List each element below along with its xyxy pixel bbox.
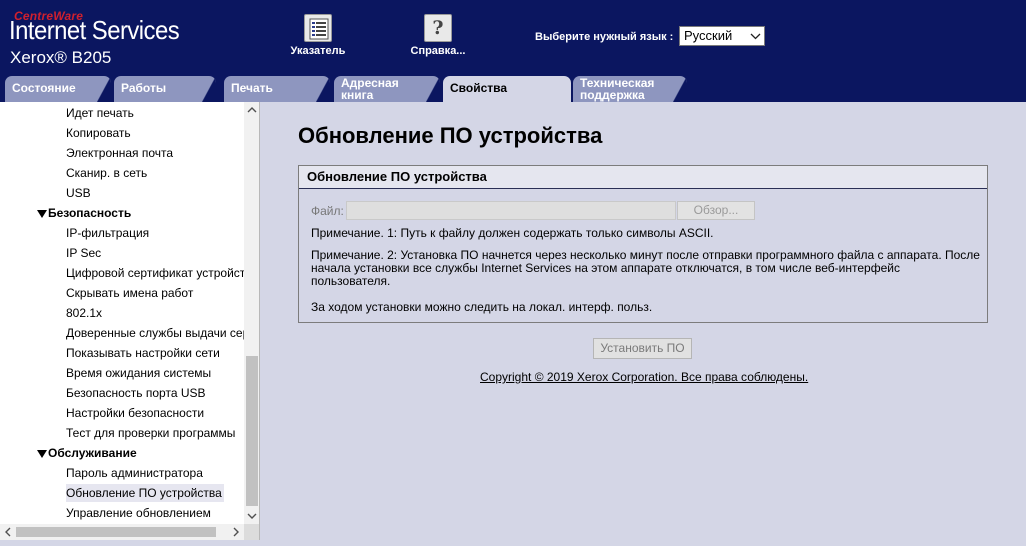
install-firmware-button: Установить ПО — [593, 338, 692, 359]
tab-status[interactable]: Состояние — [5, 76, 111, 102]
help-button[interactable]: ? Справка... — [398, 14, 478, 57]
firmware-upgrade-panel: Обновление ПО устройства Файл: Обзор... … — [298, 165, 988, 323]
language-label: Выберите нужный язык : — [535, 31, 674, 43]
nav-section-security-label: Безопасность — [48, 206, 132, 220]
expand-triangle-icon — [37, 450, 47, 458]
nav-item-usb[interactable]: USB — [66, 184, 91, 202]
language-select-value: Русский — [684, 28, 733, 43]
index-icon — [304, 14, 332, 42]
nav-item-trusted-ca[interactable]: Доверенные службы выдачи сертификатов — [66, 324, 244, 342]
nav-item-firmware-upgrade[interactable]: Обновление ПО устройства — [66, 484, 224, 502]
note-progress-local-ui: За ходом установки можно следить на лока… — [311, 300, 653, 314]
nav-item-security-settings[interactable]: Настройки безопасности — [66, 404, 204, 422]
vertical-scroll-thumb[interactable] — [246, 356, 258, 506]
file-label: Файл: — [311, 204, 344, 218]
horizontal-scrollbar[interactable] — [0, 524, 244, 540]
browse-button: Обзор... — [677, 201, 755, 220]
scroll-right-icon[interactable] — [228, 524, 244, 540]
tab-address-book-label: Адресная книга — [341, 76, 399, 102]
scrollbar-corner — [244, 524, 259, 540]
nav-item-8021x[interactable]: 802.1x — [66, 304, 102, 322]
brand-title: Internet Services — [9, 15, 180, 45]
tab-jobs-label: Работы — [121, 81, 167, 95]
scroll-up-icon[interactable] — [244, 102, 259, 118]
expand-triangle-icon — [37, 210, 47, 218]
nav-item-ipsec[interactable]: IP Sec — [66, 244, 101, 262]
horizontal-scroll-thumb[interactable] — [16, 527, 216, 537]
note-ascii-path: Примечание. 1: Путь к файлу должен содер… — [311, 226, 714, 240]
nav-item-scan-to-network[interactable]: Сканир. в сеть — [66, 164, 147, 182]
chevron-down-icon — [750, 33, 761, 40]
nav-item-email[interactable]: Электронная почта — [66, 144, 173, 162]
nav-item-update-management[interactable]: Управление обновлением — [66, 504, 211, 522]
nav-section-maintenance[interactable]: Обслуживание — [37, 444, 137, 462]
tab-print[interactable]: Печать — [224, 76, 330, 102]
nav-section-security[interactable]: Безопасность — [37, 204, 131, 222]
nav-item-admin-password[interactable]: Пароль администратора — [66, 464, 203, 482]
file-path-input — [346, 201, 676, 220]
header-banner: CentreWare Internet Services Xerox® B205… — [0, 0, 1026, 102]
tab-support[interactable]: Техническая поддержка — [573, 76, 687, 102]
panel-title: Обновление ПО устройства — [299, 166, 987, 189]
scroll-left-icon[interactable] — [0, 524, 16, 540]
copyright-link[interactable]: Copyright © 2019 Xerox Corporation. Все … — [480, 370, 808, 384]
main-content: Обновление ПО устройства Обновление ПО у… — [260, 102, 1026, 546]
nav-item-copy[interactable]: Копировать — [66, 124, 131, 142]
scroll-down-icon[interactable] — [244, 508, 259, 524]
help-icon: ? — [424, 14, 452, 42]
index-label: Указатель — [290, 45, 346, 57]
nav-item-printing[interactable]: Идет печать — [66, 104, 134, 122]
nav-item-device-certificate[interactable]: Цифровой сертификат устройства — [66, 264, 244, 282]
vertical-scrollbar[interactable] — [244, 102, 259, 524]
nav-item-ip-filter[interactable]: IP-фильтрация — [66, 224, 149, 242]
nav-item-system-timeout[interactable]: Время ожидания системы — [66, 364, 211, 382]
tab-support-label: Техническая поддержка — [580, 76, 655, 102]
tab-status-label: Состояние — [12, 81, 76, 95]
nav-item-program-test[interactable]: Тест для проверки программы — [66, 424, 235, 442]
tab-address-book[interactable]: Адресная книга — [334, 76, 440, 102]
help-label: Справка... — [410, 45, 466, 57]
sidebar-nav: Идет печать Копировать Электронная почта… — [0, 102, 260, 540]
language-select[interactable]: Русский — [679, 26, 765, 46]
device-model: Xerox® B205 — [10, 48, 112, 67]
note-install-warning: Примечание. 2: Установка ПО начнется чер… — [311, 248, 980, 288]
index-button[interactable]: Указатель — [278, 14, 358, 57]
tab-properties[interactable]: Свойства — [443, 76, 571, 102]
tab-print-label: Печать — [231, 81, 273, 95]
tab-properties-label: Свойства — [450, 81, 508, 95]
nav-item-hide-job-names[interactable]: Скрывать имена работ — [66, 284, 193, 302]
nav-item-show-network-settings[interactable]: Показывать настройки сети — [66, 344, 220, 362]
tab-jobs[interactable]: Работы — [114, 76, 216, 102]
page-title: Обновление ПО устройства — [298, 123, 603, 148]
nav-section-maintenance-label: Обслуживание — [48, 446, 137, 460]
nav-item-usb-port-security[interactable]: Безопасность порта USB — [66, 384, 206, 402]
